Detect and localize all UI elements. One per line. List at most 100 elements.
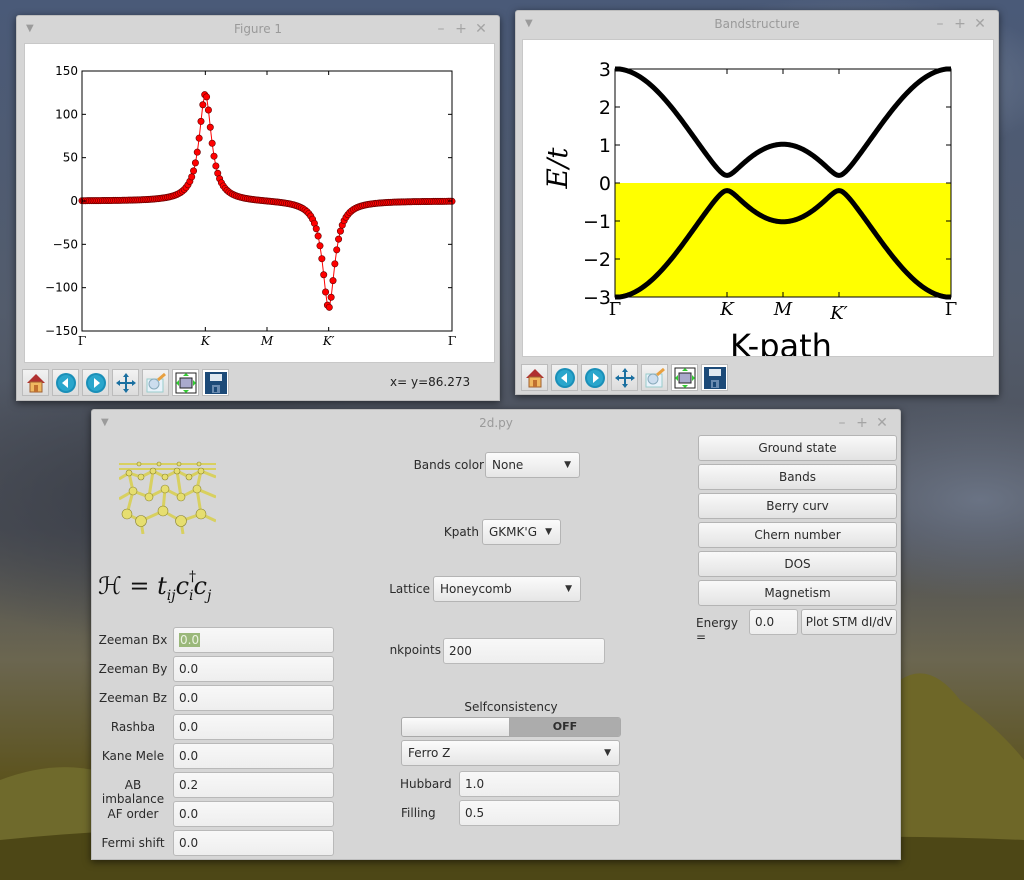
maximize-icon[interactable]: + [451, 16, 471, 42]
param-input-kane-mele[interactable]: 0.0 [173, 743, 334, 769]
param-label: Zeeman Bz [99, 691, 167, 705]
control-panel-window: ▼ 2d.py – + ✕ ℋ = tijc†icj Zeeman Bx 0.0 Z [91, 409, 901, 860]
bandstructure-plot[interactable]: −3 −2 −1 0 1 2 3 Γ K M K′ Γ E/t K-path [523, 40, 993, 365]
forward-button[interactable] [82, 369, 109, 396]
param-input-zeeman-bx[interactable]: 0.0 [173, 627, 334, 653]
x-axis-label: K-path [730, 327, 832, 356]
configure-subplots-button[interactable] [671, 364, 698, 391]
energy-input[interactable]: 0.0 [749, 609, 798, 635]
chevron-down-icon: ▼ [545, 527, 552, 537]
param-label: Zeeman By [98, 662, 168, 676]
data-point [318, 255, 326, 263]
subplots-icon [674, 367, 696, 389]
bands-button[interactable]: Bands [698, 464, 897, 490]
zoom-button[interactable] [142, 369, 169, 396]
plot-stm-button[interactable]: Plot STM dI/dV [801, 609, 897, 635]
window-title: 2d.py [479, 416, 513, 430]
coordinate-readout: x= y=86.273 [390, 375, 471, 389]
y-tick-label: −2 [583, 249, 611, 271]
ground-state-button[interactable]: Ground state [698, 435, 897, 461]
param-input-af-order[interactable]: 0.0 [173, 801, 334, 827]
x-tick-label: Γ [609, 299, 622, 320]
home-button[interactable] [22, 369, 49, 396]
nkpoints-value: 200 [449, 644, 472, 658]
bandstructure-window: ▼ Bandstructure – + ✕ −3 −2 −1 0 1 2 3 Γ K M K′ Γ E/t K… [515, 10, 999, 395]
zoom-rect-icon [145, 372, 167, 394]
figure1-titlebar[interactable]: ▼ Figure 1 – + ✕ [17, 16, 499, 42]
data-point [195, 134, 203, 142]
lattice-value: Honeycomb [440, 582, 512, 596]
berry-curv-button[interactable]: Berry curv [698, 493, 897, 519]
window-menu-icon[interactable]: ▼ [525, 11, 533, 37]
data-point [331, 260, 339, 268]
configure-subplots-button[interactable] [172, 369, 199, 396]
data-point [325, 303, 333, 311]
berry-curvature-plot[interactable]: −150 −100 −50 0 50 100 150 Γ K M K′ Γ [25, 44, 494, 362]
x-tick-label: Γ [945, 299, 958, 320]
y-tick-label: −1 [583, 211, 611, 233]
param-label: AF order [107, 807, 159, 821]
bandstructure-canvas[interactable]: −3 −2 −1 0 1 2 3 Γ K M K′ Γ E/t K-path [522, 39, 994, 365]
bandstructure-titlebar[interactable]: ▼ Bandstructure – + ✕ [516, 11, 998, 37]
param-input-ab-imbalance[interactable]: 0.2 [173, 772, 334, 798]
minimize-icon[interactable]: – [832, 410, 852, 436]
hubbard-value: 1.0 [465, 777, 485, 791]
data-point [197, 117, 205, 125]
floppy-disk-icon [703, 366, 727, 390]
chern-number-button[interactable]: Chern number [698, 522, 897, 548]
param-label: AB imbalance [101, 778, 165, 806]
figure1-canvas[interactable]: −150 −100 −50 0 50 100 150 Γ K M K′ Γ [24, 43, 495, 363]
pan-button[interactable] [112, 369, 139, 396]
minimize-icon[interactable]: – [431, 16, 451, 42]
energy-label: Energy = [696, 616, 739, 644]
save-button[interactable] [701, 364, 728, 391]
close-icon[interactable]: ✕ [872, 410, 892, 436]
magnetic-order-value: Ferro Z [408, 746, 451, 760]
param-value: 0.0 [179, 633, 201, 647]
x-tick-label: K′ [322, 334, 335, 348]
maximize-icon[interactable]: + [852, 410, 872, 436]
control-panel-titlebar[interactable]: ▼ 2d.py – + ✕ [92, 410, 900, 436]
data-point [208, 139, 216, 147]
nkpoints-input[interactable]: 200 [443, 638, 605, 664]
arrow-left-icon [55, 372, 77, 394]
magnetism-button[interactable]: Magnetism [698, 580, 897, 606]
window-menu-icon[interactable]: ▼ [26, 16, 34, 42]
back-button[interactable] [52, 369, 79, 396]
close-icon[interactable]: ✕ [970, 11, 990, 37]
pan-button[interactable] [611, 364, 638, 391]
param-value: 0.0 [179, 807, 199, 821]
data-point [336, 227, 344, 235]
data-point [199, 101, 207, 109]
magnetic-order-select[interactable]: Ferro Z ▼ [401, 740, 620, 766]
param-input-rashba[interactable]: 0.0 [173, 714, 334, 740]
param-value: 0.0 [179, 836, 199, 850]
selfconsistency-label: Selfconsistency [464, 700, 558, 714]
param-input-fermi-shift[interactable]: 0.0 [173, 830, 334, 856]
param-value: 0.2 [179, 778, 199, 792]
save-button[interactable] [202, 369, 229, 396]
filling-label: Filling [401, 806, 436, 820]
param-input-zeeman-by[interactable]: 0.0 [173, 656, 334, 682]
forward-button[interactable] [581, 364, 608, 391]
home-button[interactable] [521, 364, 548, 391]
zoom-button[interactable] [641, 364, 668, 391]
selfconsistency-toggle[interactable]: OFF [401, 717, 621, 737]
toggle-knob[interactable] [402, 718, 510, 736]
back-button[interactable] [551, 364, 578, 391]
maximize-icon[interactable]: + [950, 11, 970, 37]
bands-color-value: None [492, 458, 524, 472]
hubbard-input[interactable]: 1.0 [459, 771, 620, 797]
dos-button[interactable]: DOS [698, 551, 897, 577]
lattice-select[interactable]: Honeycomb ▼ [433, 576, 581, 602]
kpath-select[interactable]: GKMK'G ▼ [482, 519, 561, 545]
data-point [210, 152, 218, 160]
bands-color-select[interactable]: None ▼ [485, 452, 580, 478]
minimize-icon[interactable]: – [930, 11, 950, 37]
param-input-zeeman-bz[interactable]: 0.0 [173, 685, 334, 711]
y-tick-label: 3 [599, 59, 611, 81]
x-tick-label: K [719, 299, 735, 320]
close-icon[interactable]: ✕ [471, 16, 491, 42]
filling-input[interactable]: 0.5 [459, 800, 620, 826]
window-menu-icon[interactable]: ▼ [101, 410, 109, 436]
